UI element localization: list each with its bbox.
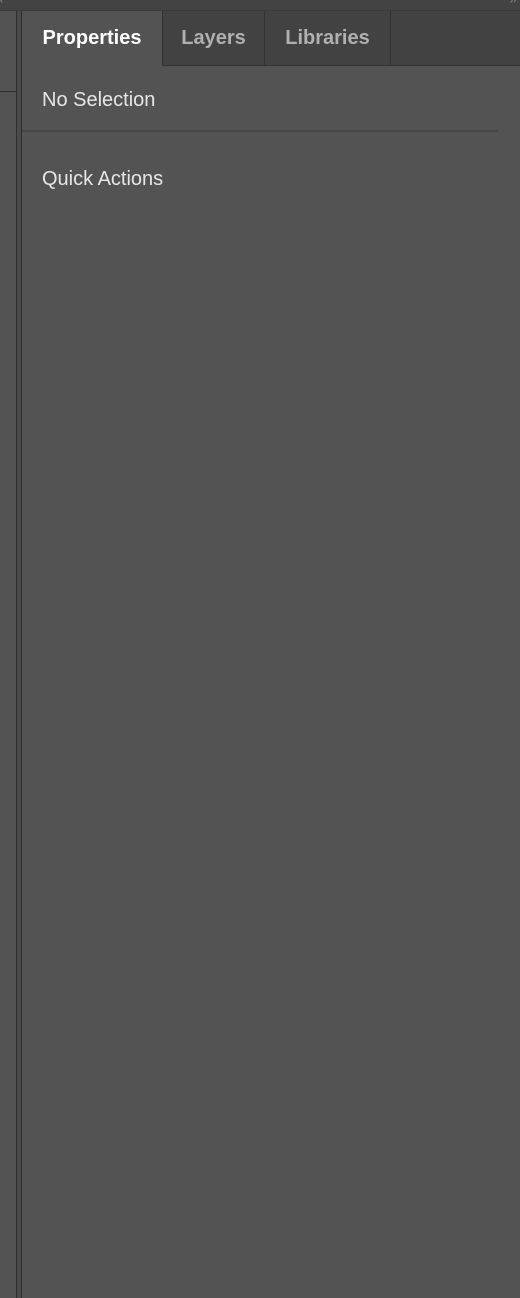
properties-panel: Properties Layers Libraries No Selection… [22, 11, 520, 1298]
tab-layers-label: Layers [181, 26, 246, 49]
quick-actions-heading: Quick Actions [42, 168, 164, 190]
section-divider [22, 130, 498, 132]
tab-properties-label: Properties [42, 27, 142, 49]
properties-panel-window: ‹ ›› Properties Layers Libraries No Sele… [0, 0, 520, 1298]
left-panel-gutter [0, 11, 17, 1298]
collapse-panels-icon[interactable]: ›› [500, 0, 516, 5]
panel-tab-bar: Properties Layers Libraries [22, 11, 520, 66]
panel-top-strip: ‹ ›› [0, 0, 520, 11]
tab-properties[interactable]: Properties [22, 11, 163, 66]
selection-status: No Selection [42, 89, 156, 111]
collapse-left-icon[interactable]: ‹ [0, 0, 8, 5]
gutter-notch [0, 91, 16, 92]
tab-layers[interactable]: Layers [163, 11, 265, 65]
tab-libraries-label: Libraries [285, 26, 370, 49]
tab-libraries[interactable]: Libraries [265, 11, 391, 65]
